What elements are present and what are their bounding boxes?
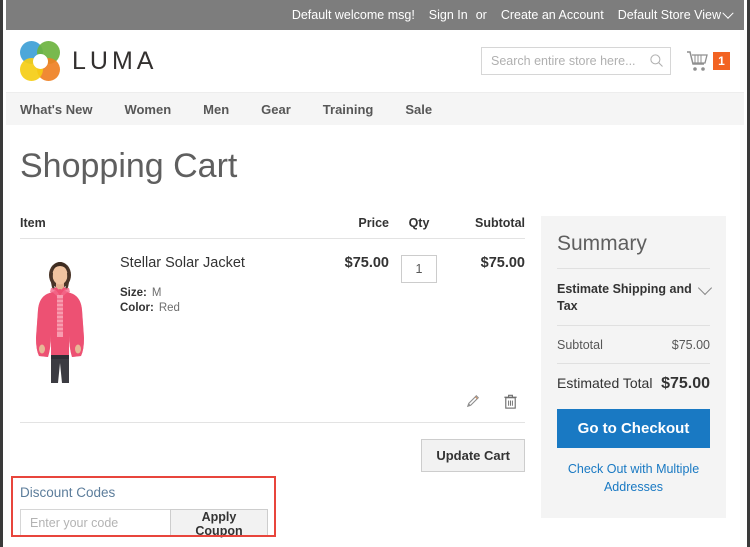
apply-coupon-button[interactable]: Apply Coupon [170,509,268,538]
main-content: Item Price Qty Subtotal Stellar Solar Ja… [6,186,744,518]
item-price: $75.00 [344,255,389,271]
update-cart-button[interactable]: Update Cart [421,439,525,472]
item-qty-cell [389,255,449,383]
shopping-cart-icon [687,51,708,71]
or-separator: or [475,8,487,22]
discount-codes-toggle[interactable]: Discount Codes [20,485,268,500]
product-option-color: Color: Red [120,302,317,314]
mini-cart[interactable]: 1 [685,50,730,72]
store-view-label: Default Store View [617,8,721,22]
column-header-item: Item [20,216,46,230]
page-title: Shopping Cart [20,147,238,185]
create-account-link[interactable]: Create an Account [501,8,604,22]
cart-item-row: Stellar Solar Jacket Size: M Color: Red $7… [20,239,525,383]
checkout-multiple-addresses-link[interactable]: Check Out with Multiple Addresses [557,460,710,496]
column-header-qty: Qty [408,216,430,230]
edit-pencil-icon[interactable] [465,393,482,410]
option-value-size: M [151,287,162,299]
product-option-size: Size: M [120,287,317,299]
sign-in-link[interactable]: Sign In [429,8,468,22]
nav-item-gear[interactable]: Gear [261,102,291,117]
search-input[interactable] [481,47,671,75]
order-summary-panel: Summary Estimate Shipping and Tax Subtot… [541,216,726,518]
cart-table: Item Price Qty Subtotal Stellar Solar Ja… [20,216,525,518]
nav-item-training[interactable]: Training [323,102,374,117]
search-box [481,47,671,75]
summary-subtotal-row: Subtotal $75.00 [557,336,710,364]
logo-text: LUMA [72,46,158,75]
store-view-switcher[interactable]: Default Store View [617,7,734,22]
option-label-size: Size: [120,287,147,299]
summary-total-value: $75.00 [661,374,710,392]
chevron-down-icon [722,7,734,19]
column-header-price: Price [358,216,389,230]
site-header: LUMA 1 [6,30,744,92]
main-navigation: What's New Women Men Gear Training Sale [6,92,744,125]
cart-item-actions [20,383,525,423]
page-content: Default welcome msg! Sign In or Create a… [6,0,744,547]
estimate-shipping-tax-toggle[interactable]: Estimate Shipping and Tax [557,279,713,326]
nav-item-women[interactable]: Women [124,102,171,117]
product-info: Stellar Solar Jacket Size: M Color: Red [120,255,317,383]
summary-subtotal-label: Subtotal [557,337,603,352]
column-header-subtotal: Subtotal [475,216,525,230]
option-value-color: Red [158,302,180,314]
coupon-form: Apply Coupon [20,509,268,538]
summary-title: Summary [557,232,710,269]
item-subtotal: $75.00 [480,255,525,271]
header-right: 1 [481,47,730,75]
quantity-input[interactable] [401,255,437,283]
option-label-color: Color: [120,302,154,314]
nav-item-sale[interactable]: Sale [405,102,432,117]
nav-item-men[interactable]: Men [203,102,229,117]
summary-column: Summary Estimate Shipping and Tax Subtot… [541,216,726,518]
logo[interactable]: LUMA [20,41,157,81]
cart-count-badge: 1 [713,52,730,70]
browser-window: Default welcome msg! Sign In or Create a… [0,0,750,547]
go-to-checkout-button[interactable]: Go to Checkout [557,408,710,448]
product-thumbnail[interactable] [20,255,100,383]
welcome-message: Default welcome msg! [291,8,415,22]
product-name[interactable]: Stellar Solar Jacket [120,255,317,271]
summary-subtotal-value: $75.00 [671,337,710,352]
coupon-code-input[interactable] [20,509,170,537]
chevron-down-icon [697,280,713,296]
discount-codes-section: Discount Codes Apply Coupon [20,485,268,538]
nav-item-whats-new[interactable]: What's New [20,102,92,117]
delete-trash-icon[interactable] [502,393,519,410]
cart-table-header: Item Price Qty Subtotal [20,216,525,239]
summary-total-label: Estimated Total [557,374,653,391]
top-panel: Default welcome msg! Sign In or Create a… [6,0,744,30]
update-cart-row: Update Cart [20,423,525,472]
estimate-shipping-tax-label: Estimate Shipping and Tax [557,282,692,313]
summary-total-row: Estimated Total $75.00 [557,375,710,393]
luma-logo-icon [20,41,60,81]
